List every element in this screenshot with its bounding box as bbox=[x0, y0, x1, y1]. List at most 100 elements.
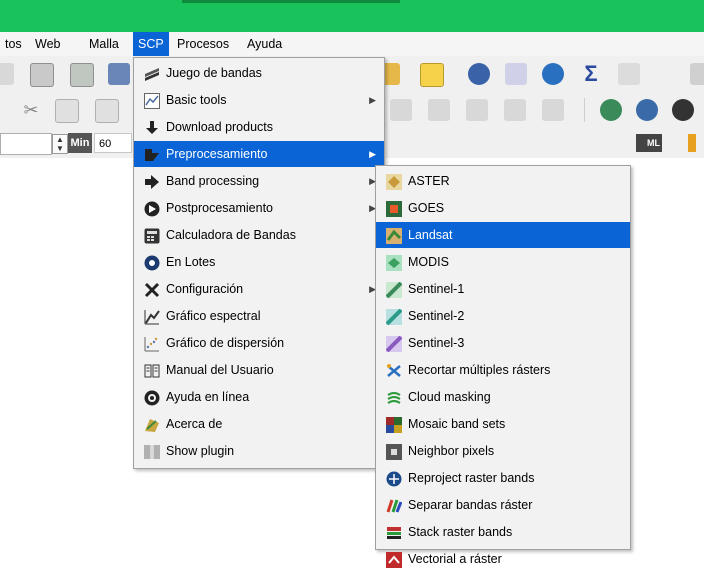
submenu-item-recortar-multiples-rasters[interactable]: Recortar múltiples rásters bbox=[376, 357, 630, 383]
submenu-item-label: Sentinel-3 bbox=[408, 336, 465, 350]
submenu-item-landsat[interactable]: Landsat bbox=[376, 222, 630, 248]
label-rotate-icon[interactable] bbox=[542, 99, 564, 121]
submenu-item-aster[interactable]: ASTER bbox=[376, 168, 630, 194]
submenu-item-goes[interactable]: GOES bbox=[376, 195, 630, 221]
modis-icon bbox=[386, 254, 402, 271]
globe-search-icon[interactable] bbox=[636, 99, 658, 121]
submenu-item-vectorial-a-raster[interactable]: Vectorial a ráster bbox=[376, 546, 630, 572]
sentinel-2-icon bbox=[385, 308, 403, 326]
paste-icon[interactable] bbox=[95, 99, 119, 123]
submenu-item-separar-bandas-raster[interactable]: Separar bandas ráster bbox=[376, 492, 630, 518]
number-input[interactable] bbox=[0, 133, 52, 155]
submenu-item-sentinel-1[interactable]: Sentinel-1 bbox=[376, 276, 630, 302]
spectral-plot-icon bbox=[144, 308, 160, 325]
cloud-masking-icon bbox=[386, 389, 402, 405]
menu-item-label: Acerca de bbox=[166, 417, 223, 431]
menu-item-juego-de-bandas[interactable]: Juego de bandas bbox=[134, 60, 384, 86]
submenu-item-label: MODIS bbox=[408, 255, 449, 269]
goes-icon bbox=[386, 200, 402, 217]
submenu-item-label: Mosaic band sets bbox=[408, 417, 506, 431]
label-visibility-icon[interactable] bbox=[428, 99, 450, 121]
download-icon bbox=[144, 119, 160, 135]
min-label: Min bbox=[68, 133, 92, 153]
submenu-item-cloud-masking[interactable]: Cloud masking bbox=[376, 384, 630, 410]
submenu-item-label: Landsat bbox=[408, 228, 453, 242]
vector-to-raster-icon bbox=[386, 551, 402, 568]
gear-icon[interactable] bbox=[542, 63, 564, 85]
mosaic-icon bbox=[386, 416, 402, 433]
menu-item-label: Preprocesamiento bbox=[166, 147, 268, 161]
menu-vista-partial[interactable]: tos bbox=[0, 32, 27, 56]
toolbar-overflow-icon[interactable] bbox=[690, 63, 704, 85]
menu-item-grafico-espectral[interactable]: Gráfico espectral bbox=[134, 303, 384, 329]
menu-web[interactable]: Web bbox=[30, 32, 65, 56]
menu-item-manual-del-usuario[interactable]: Manual del Usuario bbox=[134, 357, 384, 383]
menu-item-label: Basic tools bbox=[166, 93, 227, 107]
number-spinner[interactable]: ▲ ▼ bbox=[52, 134, 68, 154]
statistics-sigma-icon[interactable]: Σ bbox=[580, 63, 602, 85]
menu-item-preprocesamiento[interactable]: Preprocesamiento ▶ bbox=[134, 141, 384, 167]
label-move-icon[interactable] bbox=[504, 99, 526, 121]
submenu-item-label: GOES bbox=[408, 201, 445, 215]
label-pin-icon[interactable] bbox=[466, 99, 488, 121]
online-help-icon bbox=[144, 389, 160, 406]
menu-item-ayuda-en-linea[interactable]: Ayuda en línea bbox=[134, 384, 384, 410]
min-value-input[interactable]: 60 bbox=[94, 133, 132, 153]
menu-item-acerca-de[interactable]: Acerca de bbox=[134, 411, 384, 437]
menu-item-en-lotes[interactable]: En Lotes bbox=[134, 249, 384, 275]
add-layer-icon[interactable] bbox=[70, 63, 94, 87]
menu-item-download-products[interactable]: Download products bbox=[134, 114, 384, 140]
menu-item-label: Configuración bbox=[166, 282, 244, 296]
reproject-icon bbox=[386, 470, 402, 487]
submenu-item-reproject-raster-bands[interactable]: Reproject raster bands bbox=[376, 465, 630, 491]
copy-icon[interactable] bbox=[55, 99, 79, 123]
submenu-item-neighbor-pixels[interactable]: Neighbor pixels bbox=[376, 438, 630, 464]
ml-button[interactable]: ML bbox=[636, 134, 662, 152]
menu-item-postprocesamiento[interactable]: Postprocesamiento ▶ bbox=[134, 195, 384, 221]
layer-icon[interactable] bbox=[108, 63, 130, 85]
submenu-item-stack-raster-bands[interactable]: Stack raster bands bbox=[376, 519, 630, 545]
attribute-table-icon[interactable] bbox=[505, 63, 527, 85]
submenu-item-modis[interactable]: MODIS bbox=[376, 249, 630, 275]
cut-icon[interactable]: ✂ bbox=[20, 99, 42, 121]
submenu-item-sentinel-3[interactable]: Sentinel-3 bbox=[376, 330, 630, 356]
globe-add-icon[interactable] bbox=[600, 99, 622, 121]
menu-malla[interactable]: Malla bbox=[84, 32, 124, 56]
menu-item-label: Calculadora de Bandas bbox=[166, 228, 296, 242]
clip-rasters-icon bbox=[386, 362, 402, 378]
neighbor-pixels-icon bbox=[386, 443, 402, 460]
postprocessing-icon bbox=[144, 200, 160, 217]
scp-menu: Juego de bandas Basic tools ▶ Download p… bbox=[133, 57, 385, 469]
menu-item-label: Postprocesamiento bbox=[166, 201, 274, 215]
submenu-item-sentinel-2[interactable]: Sentinel-2 bbox=[376, 303, 630, 329]
menu-item-label: Show plugin bbox=[166, 444, 235, 458]
menu-procesos[interactable]: Procesos bbox=[172, 32, 234, 56]
toolbar-partial-icon[interactable] bbox=[0, 63, 14, 85]
identify-icon[interactable] bbox=[468, 63, 490, 85]
settings-tools-icon bbox=[144, 281, 160, 298]
submenu-item-label: Separar bandas ráster bbox=[408, 498, 533, 512]
band-processing-icon bbox=[144, 173, 160, 189]
menu-item-basic-tools[interactable]: Basic tools ▶ bbox=[134, 87, 384, 113]
menu-item-show-plugin[interactable]: Show plugin bbox=[134, 438, 384, 464]
menu-item-grafico-de-dispersion[interactable]: Gráfico de dispersión bbox=[134, 330, 384, 356]
submenu-item-label: Vectorial a ráster bbox=[408, 552, 502, 566]
band-set-icon bbox=[144, 65, 160, 81]
basic-tools-icon bbox=[144, 92, 160, 109]
menu-scp[interactable]: SCP bbox=[133, 32, 169, 56]
toolbar-overflow-icon-2[interactable] bbox=[688, 134, 696, 152]
menu-item-band-processing[interactable]: Band processing ▶ bbox=[134, 168, 384, 194]
titlebar-accent bbox=[182, 0, 400, 3]
submenu-item-label: Stack raster bands bbox=[408, 525, 513, 539]
menu-ayuda[interactable]: Ayuda bbox=[242, 32, 287, 56]
submenu-item-mosaic-band-sets[interactable]: Mosaic band sets bbox=[376, 411, 630, 437]
menu-item-calculadora-de-bandas[interactable]: Calculadora de Bandas bbox=[134, 222, 384, 248]
new-layer-icon[interactable] bbox=[30, 63, 54, 87]
stack-bands-icon bbox=[386, 524, 402, 540]
submenu-item-label: Sentinel-2 bbox=[408, 309, 465, 323]
measure-icon[interactable] bbox=[618, 63, 640, 85]
menu-item-configuracion[interactable]: Configuración ▶ bbox=[134, 276, 384, 302]
binoculars-icon[interactable] bbox=[672, 99, 694, 121]
label-icon[interactable] bbox=[390, 99, 412, 121]
select-by-area-icon[interactable] bbox=[420, 63, 444, 87]
